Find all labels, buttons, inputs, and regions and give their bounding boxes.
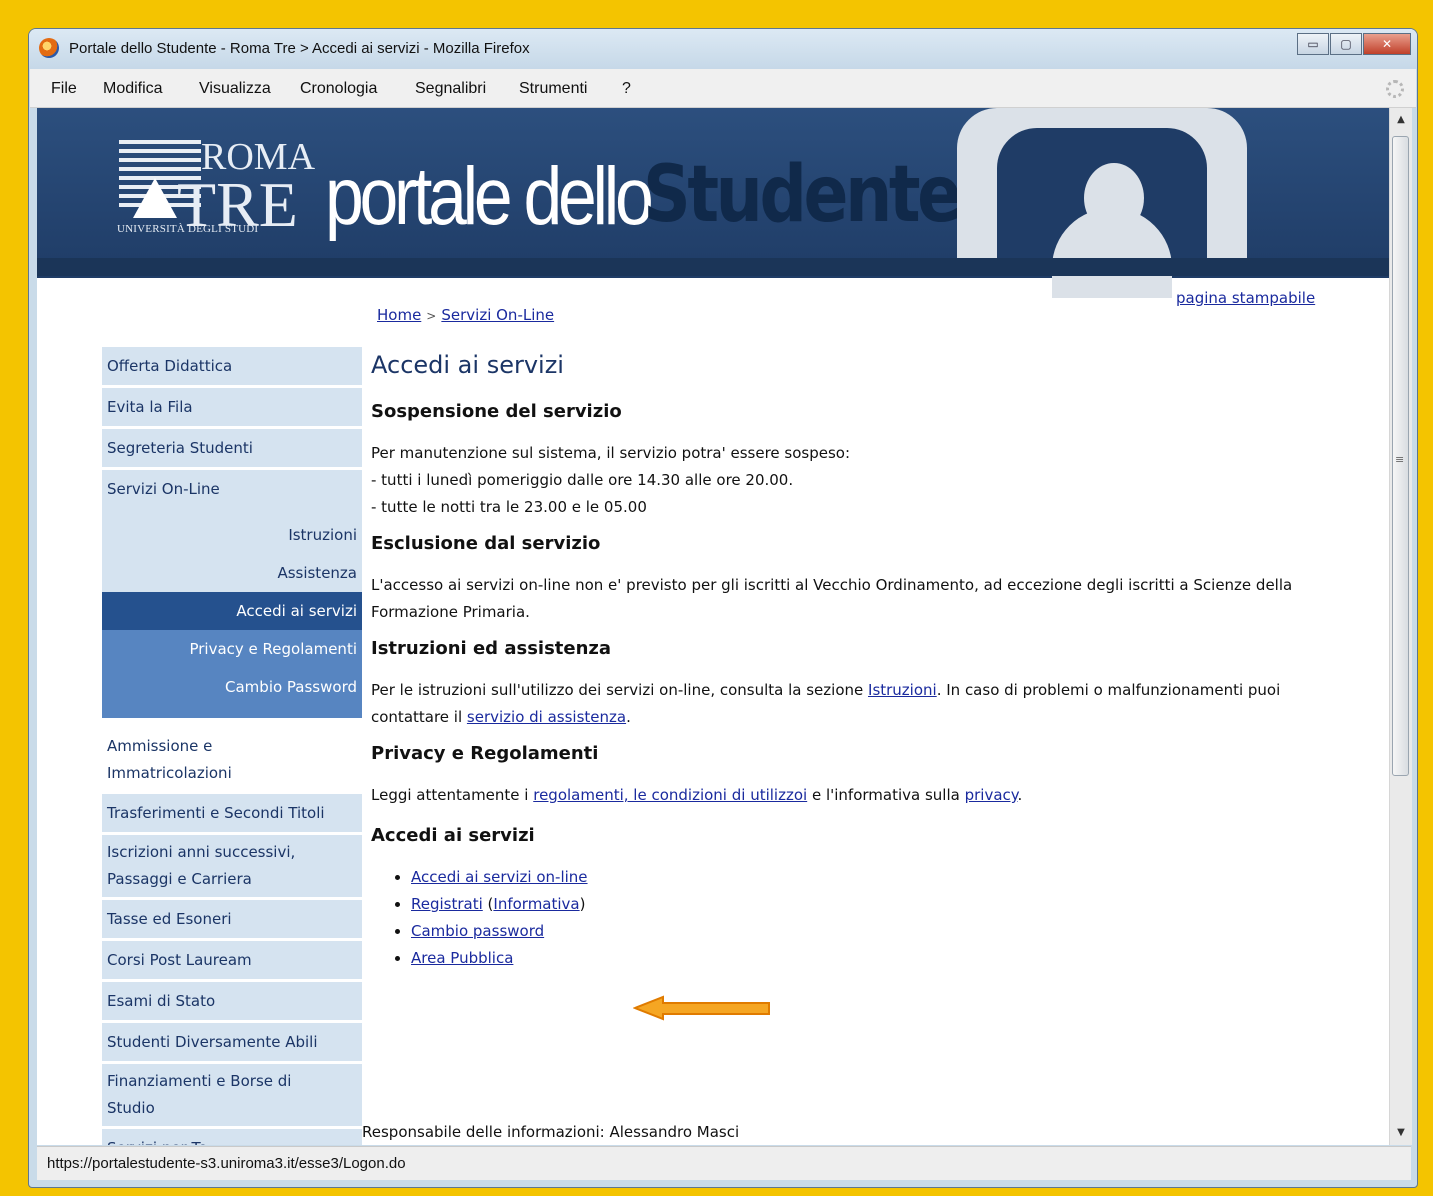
sidebar-item-studenti-diversamente-abili[interactable]: Studenti Diversamente Abili [102, 1023, 362, 1061]
title-bar: Portale dello Studente - Roma Tre > Acce… [29, 29, 1417, 69]
orange-arrow-annotation-icon [633, 995, 770, 1021]
regolamenti-link[interactable]: regolamenti, le condizioni di utilizzoi [533, 786, 807, 804]
activity-throbber-icon [1386, 80, 1404, 98]
page-viewport: ROMA TRE UNIVERSITÀ DEGLI STUDI portale … [37, 108, 1389, 1145]
sidebar-item-offerta-didattica[interactable]: Offerta Didattica [102, 347, 362, 385]
menu-help[interactable]: ? [622, 80, 631, 98]
privacy-text-2: e l'informativa sulla [807, 786, 965, 804]
page-title: Accedi ai servizi [371, 351, 564, 379]
esclusione-text: L'accesso ai servizi on-line non e' prev… [371, 576, 1293, 621]
heading-accedi: Accedi ai servizi [371, 825, 535, 846]
logo-universita: UNIVERSITÀ DEGLI STUDI [117, 223, 259, 235]
sidebar-item-ammissione-label: Ammissione e Immatricolazioni [107, 737, 232, 782]
sidebar-sub-cambio-password[interactable]: Cambio Password [102, 668, 362, 706]
firefox-icon [39, 38, 59, 58]
print-page-link[interactable]: pagina stampabile [1176, 289, 1315, 307]
sospensione-line-2: - tutti i lunedì pomeriggio dalle ore 14… [371, 471, 794, 489]
informativa-link[interactable]: Informativa [493, 895, 579, 913]
menu-cronologia[interactable]: Cronologia [300, 80, 377, 98]
sidebar-item-esami-di-stato[interactable]: Esami di Stato [102, 982, 362, 1020]
privacy-text-1: Leggi attentamente i [371, 786, 534, 804]
heading-privacy: Privacy e Regolamenti [371, 743, 599, 764]
sidebar-item-finanziamenti[interactable]: Finanziamenti e Borse di Studio [102, 1064, 362, 1126]
sidebar-item-evita-la-fila[interactable]: Evita la Fila [102, 388, 362, 426]
sidebar-nav: Offerta Didattica Evita la Fila Segreter… [102, 347, 362, 1145]
minimize-button[interactable]: ▭ [1297, 33, 1329, 55]
breadcrumb-home-link[interactable]: Home [377, 306, 421, 324]
sidebar-item-tasse[interactable]: Tasse ed Esoneri [102, 900, 362, 938]
list-item: Cambio password [411, 918, 1351, 945]
vertical-scrollbar[interactable]: ▲ ≡ ▼ [1389, 108, 1412, 1145]
sidebar-sub-assistenza[interactable]: Assistenza [102, 554, 362, 592]
scroll-up-icon[interactable]: ▲ [1390, 108, 1412, 132]
servizio-assistenza-link[interactable]: servizio di assistenza [467, 708, 626, 726]
sidebar-item-trasferimenti[interactable]: Trasferimenti e Secondi Titoli [102, 794, 362, 832]
responsabile-text: Responsabile delle informazioni: Alessan… [362, 1123, 740, 1141]
main-content: Accedi ai servizi Sospensione del serviz… [371, 347, 1351, 992]
portal-banner: ROMA TRE UNIVERSITÀ DEGLI STUDI portale … [37, 108, 1389, 298]
maximize-button[interactable]: ▢ [1330, 33, 1362, 55]
banner-stripe [37, 258, 1389, 276]
istruzioni-text-1: Per le istruzioni sull'utilizzo dei serv… [371, 681, 869, 699]
istruzioni-link[interactable]: Istruzioni [868, 681, 937, 699]
sospensione-line-1: Per manutenzione sul sistema, il servizi… [371, 444, 851, 462]
breadcrumb: Home > Servizi On-Line [377, 306, 554, 324]
close-button[interactable]: ✕ [1363, 33, 1411, 55]
status-url: https://portalestudente-s3.uniroma3.it/e… [47, 1155, 406, 1172]
menu-modifica[interactable]: Modifica [103, 80, 163, 98]
banner-portale-dello: portale dello [325, 151, 654, 242]
sidebar-item-corsi-post-lauream[interactable]: Corsi Post Lauream [102, 941, 362, 979]
sidebar-item-iscrizioni[interactable]: Iscrizioni anni successivi, Passaggi e C… [102, 835, 362, 897]
privacy-paragraph: Leggi attentamente i regolamenti, le con… [371, 782, 1351, 809]
banner-studente: Studente [643, 150, 962, 240]
sidebar-item-ammissione[interactable]: Ammissione e Immatricolazioni [102, 729, 362, 791]
heading-istruzioni: Istruzioni ed assistenza [371, 638, 612, 659]
area-pubblica-link[interactable]: Area Pubblica [411, 949, 513, 967]
status-bar: https://portalestudente-s3.uniroma3.it/e… [37, 1146, 1411, 1180]
browser-window: Portale dello Studente - Roma Tre > Acce… [28, 28, 1418, 1188]
registrati-link[interactable]: Registrati [411, 895, 483, 913]
menu-visualizza[interactable]: Visualizza [199, 80, 271, 98]
logo-triangle-icon [133, 178, 177, 218]
window-title: Portale dello Studente - Roma Tre > Acce… [69, 40, 530, 57]
sidebar-sub-istruzioni[interactable]: Istruzioni [102, 513, 362, 554]
scroll-down-icon[interactable]: ▼ [1390, 1121, 1412, 1145]
list-item: Accedi ai servizi on-line [411, 864, 1351, 891]
accedi-servizi-online-link[interactable]: Accedi ai servizi on-line [411, 868, 588, 886]
services-list: Accedi ai servizi on-line Registrati (In… [411, 864, 1351, 972]
sidebar-item-servizi-per-te[interactable]: Servizi per Te [102, 1129, 362, 1145]
menu-strumenti[interactable]: Strumenti [519, 80, 587, 98]
menu-bar: File Modifica Visualizza Cronologia Segn… [30, 69, 1416, 108]
istruzioni-paragraph: Per le istruzioni sull'utilizzo dei serv… [371, 677, 1351, 731]
sospensione-line-3: - tutte le notti tra le 23.00 e le 05.00 [371, 498, 647, 516]
sidebar-item-segreteria-studenti[interactable]: Segreteria Studenti [102, 429, 362, 467]
istruzioni-text-3: . [626, 708, 631, 726]
privacy-link[interactable]: privacy [965, 786, 1018, 804]
sidebar-sub-accedi-ai-servizi[interactable]: Accedi ai servizi [102, 592, 362, 630]
privacy-text-3: . [1017, 786, 1023, 804]
sidebar-sub-privacy[interactable]: Privacy e Regolamenti [102, 630, 362, 668]
list-item: Registrati (Informativa) [411, 891, 1351, 918]
sidebar-item-servizi-on-line[interactable]: Servizi On-Line [102, 470, 362, 513]
breadcrumb-separator: > [426, 309, 437, 323]
breadcrumb-servizi-link[interactable]: Servizi On-Line [441, 306, 554, 324]
menu-file[interactable]: File [51, 80, 77, 98]
cambio-password-link[interactable]: Cambio password [411, 922, 544, 940]
menu-segnalibri[interactable]: Segnalibri [415, 80, 486, 98]
sidebar-divider [102, 706, 362, 721]
heading-sospensione: Sospensione del servizio [371, 401, 622, 422]
heading-esclusione: Esclusione dal servizio [371, 533, 601, 554]
scrollbar-grip-icon: ≡ [1395, 453, 1405, 466]
student-silhouette-icon [957, 108, 1247, 298]
list-item: Area Pubblica [411, 945, 1351, 972]
